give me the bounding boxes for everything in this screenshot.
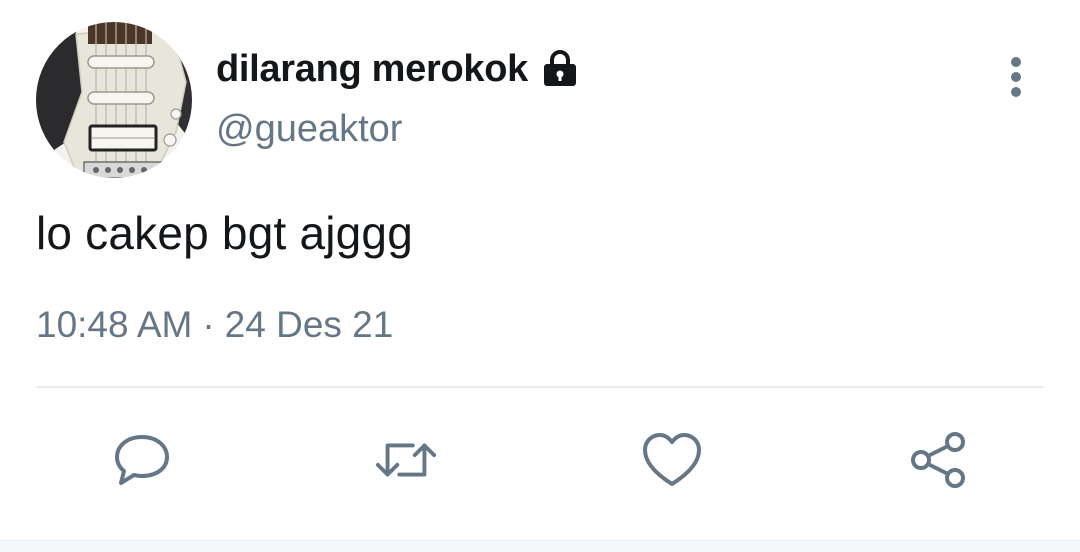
user-name-row[interactable]: dilarang merokok — [216, 44, 580, 94]
tweet-timestamp[interactable]: 10:48 AM · 24 Des 21 — [36, 304, 393, 346]
tweet-card: dilarang merokok @gueaktor lo cakep bgt … — [0, 0, 1080, 552]
tweet-time: 10:48 AM — [36, 304, 193, 345]
tweet-text: lo cakep bgt ajggg — [36, 207, 413, 259]
tweet-date: 24 Des 21 — [224, 304, 394, 345]
bottom-separator — [0, 540, 1080, 552]
heart-icon — [643, 433, 701, 486]
share-button[interactable] — [906, 428, 970, 492]
reply-button[interactable] — [110, 428, 174, 492]
like-button[interactable] — [640, 428, 704, 492]
guitar-avatar-image — [36, 22, 192, 178]
retweet-arrows-icon — [375, 443, 437, 477]
lock-icon — [540, 49, 580, 89]
vertical-dots-icon — [1011, 57, 1021, 97]
share-nodes-icon — [911, 432, 965, 488]
user-handle[interactable]: @gueaktor — [216, 108, 402, 151]
retweet-button[interactable] — [374, 428, 438, 492]
more-options-button[interactable] — [996, 52, 1036, 102]
speech-bubble-icon — [115, 435, 169, 485]
avatar[interactable] — [36, 22, 192, 178]
divider — [36, 386, 1044, 388]
meta-separator: · — [202, 304, 215, 345]
display-name[interactable]: dilarang merokok — [216, 48, 528, 91]
